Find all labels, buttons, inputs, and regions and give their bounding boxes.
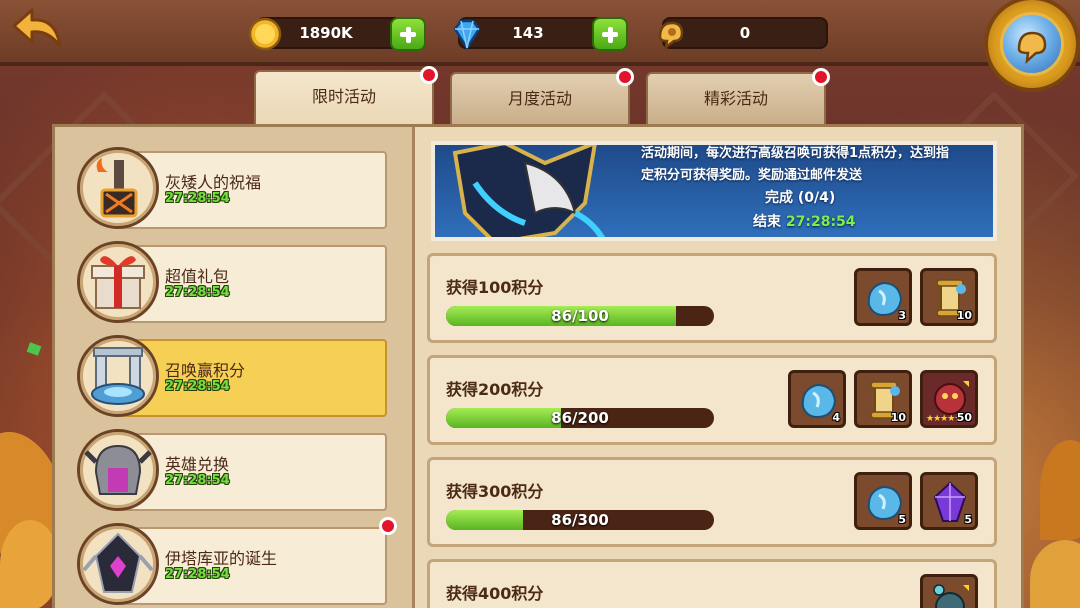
summon-orb-icon: [1000, 12, 1064, 76]
reward-item-soul-stone[interactable]: 4: [788, 370, 846, 428]
summon-altar-icon: [77, 335, 159, 417]
event-timer: 27:28:54: [165, 285, 230, 300]
end-timer: 27:28:54: [785, 214, 856, 230]
end-label: 结束: [753, 214, 781, 230]
item-count: 3: [898, 309, 906, 322]
event-item-hero-exchange[interactable]: 英雄兑换 27:28:54: [77, 429, 415, 513]
hero-card-icon: [933, 584, 969, 608]
event-title: 伊塔库亚的诞生: [165, 549, 278, 568]
event-timer: 27:28:54: [165, 379, 230, 394]
reward-label: 获得100积分: [446, 278, 544, 297]
item-count: 10: [890, 411, 906, 424]
banner-end-time: 结束 27:28:54: [753, 211, 856, 231]
dragon-hero-art-icon: [452, 145, 606, 237]
event-item-summon-points[interactable]: 召唤赢积分 27:28:54: [77, 335, 415, 419]
progress-text: 86/200: [551, 409, 609, 427]
item-count: 10: [956, 309, 972, 322]
event-title: 灰矮人的祝福: [165, 173, 262, 192]
scroll-counter: 0: [658, 17, 828, 50]
event-title: 英雄兑换: [165, 455, 230, 474]
diamond-value: 143: [512, 24, 544, 42]
tab-limited-events[interactable]: 限时活动: [254, 66, 438, 128]
autumn-leaf: [0, 520, 60, 608]
confetti: [26, 342, 42, 356]
event-title: 超值礼包: [165, 267, 230, 286]
dwarf-hammer-icon: [77, 147, 159, 229]
item-count: 4: [832, 411, 840, 424]
tab-label: 限时活动: [311, 87, 376, 106]
alert-dot: [420, 66, 438, 84]
gold-value: 1890K: [299, 24, 353, 42]
add-diamond-button[interactable]: [592, 17, 628, 51]
reward-progress-bar: 86/200: [446, 408, 714, 428]
progress-text: 86/100: [551, 307, 609, 325]
reward-item-hero-shard[interactable]: ★★★★★ 50: [920, 370, 978, 428]
alert-dot: [812, 68, 830, 86]
progress-text: 86/300: [551, 511, 609, 529]
add-gold-button[interactable]: [390, 17, 426, 51]
reward-item-hero-card[interactable]: [920, 574, 978, 608]
top-bar: 1890K 143 0: [0, 0, 1080, 92]
autumn-leaf: [1030, 540, 1080, 608]
reward-progress-bar: 86/100: [446, 306, 714, 326]
reward-item-soul-stone[interactable]: 3: [854, 268, 912, 326]
event-timer: 27:28:54: [165, 191, 230, 206]
reward-row-400: 获得400积分: [427, 559, 997, 608]
back-arrow-icon: [12, 8, 62, 48]
event-item-value-pack[interactable]: 超值礼包 27:28:54: [77, 241, 415, 325]
alert-dot: [616, 68, 634, 86]
event-panel: 灰矮人的祝福 27:28:54 超值礼包 27:28:54 召唤赢积分 27:2…: [52, 124, 1024, 608]
banner-progress: 完成 (0/4): [765, 190, 836, 206]
item-count: 5: [898, 513, 906, 526]
tab-featured-events[interactable]: 精彩活动: [646, 68, 830, 126]
reward-item-purple-crystal[interactable]: 5: [920, 472, 978, 530]
reward-item-scroll[interactable]: 10: [854, 370, 912, 428]
banner-desc-line: 活动期间，每次进行高级召唤可获得1点积分，达到指: [641, 146, 950, 161]
summon-portal-button[interactable]: [984, 0, 1080, 92]
alert-dot: [379, 517, 397, 535]
tab-monthly-events[interactable]: 月度活动: [450, 68, 634, 126]
gift-box-icon: [77, 241, 159, 323]
diamond-counter: 143: [453, 17, 628, 51]
banner-desc-line: 定积分可获得奖励。奖励通过邮件发送: [641, 168, 863, 183]
reward-row-100: 获得100积分 86/100 3 10: [427, 253, 997, 343]
autumn-leaf: [1040, 440, 1080, 540]
reward-row-200: 获得200积分 86/200 4 10 ★★★★★ 50: [427, 355, 997, 445]
scroll-value: 0: [739, 24, 751, 42]
reward-progress-bar: 86/300: [446, 510, 714, 530]
event-list[interactable]: 灰矮人的祝福 27:28:54 超值礼包 27:28:54 召唤赢积分 27:2…: [55, 127, 415, 608]
event-title: 召唤赢积分: [165, 361, 246, 380]
dark-helmet-icon: [77, 523, 159, 605]
banner-description: 活动期间，每次进行高级召唤可获得1点积分，达到指 定积分可获得奖励。奖励通过邮件…: [641, 145, 991, 187]
reward-label: 获得200积分: [446, 380, 544, 399]
back-button[interactable]: [10, 6, 64, 52]
reward-item-scroll[interactable]: 10: [920, 268, 978, 326]
gold-counter: 1890K: [248, 17, 426, 51]
reward-label: 获得300积分: [446, 482, 544, 501]
reward-row-300: 获得300积分 86/300 5 5: [427, 457, 997, 547]
event-timer: 27:28:54: [165, 473, 230, 488]
event-item-dwarf-blessing[interactable]: 灰矮人的祝福 27:28:54: [77, 147, 415, 231]
reward-item-soul-stone[interactable]: 5: [854, 472, 912, 530]
reward-label: 获得400积分: [446, 584, 544, 603]
item-count: 50: [956, 411, 972, 424]
hero-helmet-icon: [77, 429, 159, 511]
tab-label: 月度活动: [507, 89, 572, 108]
event-timer: 27:28:54: [165, 567, 230, 582]
item-count: 5: [964, 513, 972, 526]
event-banner: 活动期间，每次进行高级召唤可获得1点积分，达到指 定积分可获得奖励。奖励通过邮件…: [431, 141, 997, 241]
event-item-birth-of-ithaqua[interactable]: 伊塔库亚的诞生 27:28:54: [77, 517, 415, 607]
tab-label: 精彩活动: [703, 89, 768, 108]
